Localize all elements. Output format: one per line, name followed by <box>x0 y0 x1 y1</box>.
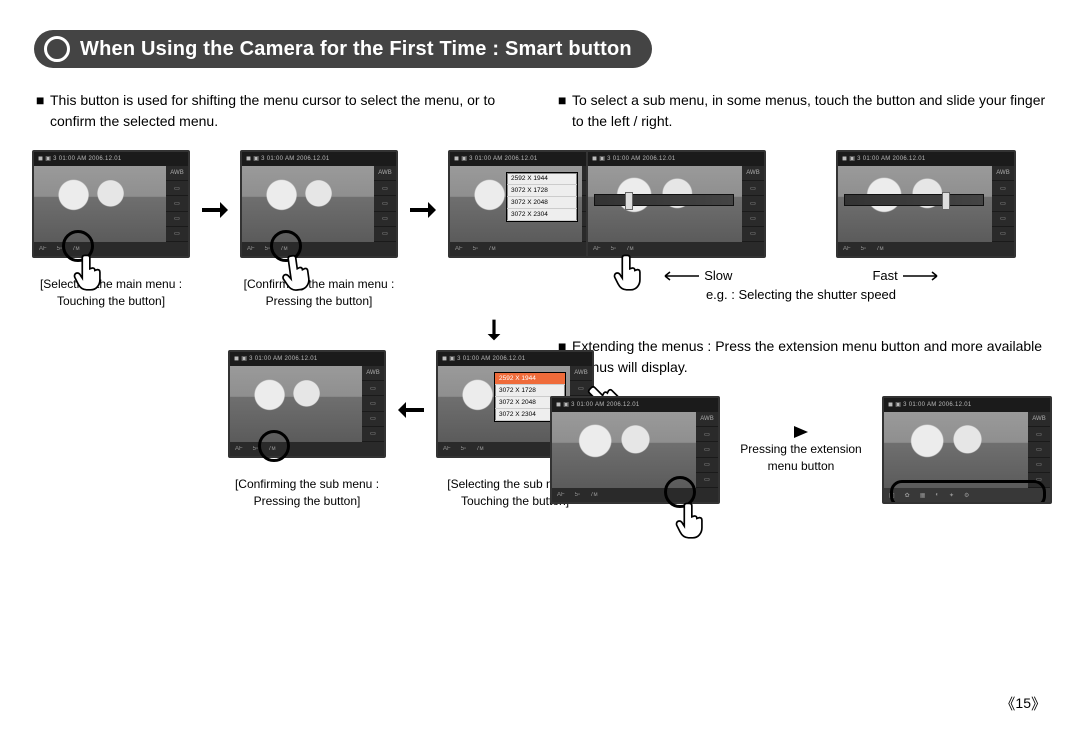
lcd-topbar: ◼ ▣ 3 01:00 AM 2006.12.01 <box>34 152 188 166</box>
lcd-right-strip: AWB ▭ ▭ ▭ ▭ <box>1028 412 1050 488</box>
lcd-photo <box>242 166 374 242</box>
pointing-hand-icon <box>674 500 708 542</box>
lcd-right-strip: AWB ▭ ▭ ▭ ▭ <box>362 366 384 442</box>
lcd-topbar: ◼ ▣ 3 01:00 AM 2006.12.01 <box>588 152 764 166</box>
slider-knob-icon <box>942 192 950 210</box>
arrow-down-icon <box>458 318 530 342</box>
left-intro-text: This button is used for shifting the men… <box>50 90 530 132</box>
lcd-topbar: ◼ ▣ 3 01:00 AM 2006.12.01 <box>552 398 718 412</box>
lcd-photo <box>884 412 1028 488</box>
left-column: ■ This button is used for shifting the m… <box>28 90 530 510</box>
camera-lcd: ◼ ▣ 3 01:00 AM 2006.12.01 AWB ▭ ▭ ▭ ▭ AF <box>240 150 398 258</box>
caption-select-main: [Selecting the main menu : Touching the … <box>32 276 190 310</box>
page-title: When Using the Camera for the First Time… <box>70 38 652 61</box>
eg-label: e.g. : Selecting the shutter speed <box>550 287 1052 302</box>
left-intro: ■ This button is used for shifting the m… <box>28 90 530 132</box>
lcd-topbar: ◼ ▣ 3 01:00 AM 2006.12.01 <box>438 352 592 366</box>
camera-lcd: ◼ ▣ 3 01:00 AM 2006.12.01 AWB ▭ ▭ ▭ ▭ AF <box>836 150 1016 258</box>
camera-lcd: ◼ ▣ 3 01:00 AM 2006.12.01 AWB ▭ ▭ ▭ ▭ AF <box>550 396 720 504</box>
arrow-left-long-icon <box>659 270 699 282</box>
caption-confirm-main: [Confirming the main menu : Pressing the… <box>240 276 398 310</box>
thumb-slider-slow: ◼ ▣ 3 01:00 AM 2006.12.01 AWB ▭ ▭ ▭ ▭ AF <box>586 150 766 258</box>
lcd-topbar: ◼ ▣ 3 01:00 AM 2006.12.01 <box>230 352 384 366</box>
camera-lcd: ◼ ▣ 3 01:00 AM 2006.12.01 AWB ▭ ▭ ▭ ▭ AF <box>32 150 190 258</box>
arrow-left-icon <box>396 398 426 422</box>
lcd-bottom-strip: AF 5▫ 7м <box>552 488 718 502</box>
shutter-slider <box>594 194 734 206</box>
right-column: ■ To select a sub menu, in some menus, t… <box>550 90 1052 510</box>
slow-fast-row: Slow Fast <box>550 268 1052 283</box>
lcd-right-strip: AWB ▭ ▭ ▭ ▭ <box>374 166 396 242</box>
bullet-icon: ■ <box>558 90 572 132</box>
right-intro-ext: ■ Extending the menus : Press the extens… <box>550 336 1052 378</box>
lcd-topbar: ◼ ▣ 3 01:00 AM 2006.12.01 <box>838 152 1014 166</box>
page-number: 《15》 <box>1000 693 1046 714</box>
lcd-bottom-strip: AF 5▫ 7м <box>588 242 764 256</box>
lcd-right-strip: AWB ▭ ▭ ▭ ▭ <box>166 166 188 242</box>
lcd-bottom-strip: AF 5▫ 7м <box>242 242 396 256</box>
right-intro-ext-text: Extending the menus : Press the extensio… <box>572 336 1052 378</box>
lcd-topbar: ◼ ▣ 3 01:00 AM 2006.12.01 <box>450 152 604 166</box>
thumb-select-main: ◼ ▣ 3 01:00 AM 2006.12.01 AWB ▭ ▭ ▭ ▭ AF <box>32 150 190 310</box>
right-intro-slide-text: To select a sub menu, in some menus, tou… <box>572 90 1052 132</box>
lcd-bottom-strip: AF 5▫ 7м <box>838 242 1014 256</box>
lcd-topbar: ◼ ▣ 3 01:00 AM 2006.12.01 <box>884 398 1050 412</box>
arrow-right-long-icon <box>903 270 943 282</box>
size-menu-popup: 2592 X 1944 3072 X 1728 3072 X 2048 3072… <box>506 172 578 222</box>
arrow-right-icon <box>200 198 230 222</box>
ext-mid-caption: Pressing the extension menu button <box>740 425 862 475</box>
thumb-before-extension: ◼ ▣ 3 01:00 AM 2006.12.01 AWB ▭ ▭ ▭ ▭ AF <box>550 396 720 504</box>
lcd-bottom-strip: AF 5▫ 7м <box>34 242 188 256</box>
arrow-right-solid-icon <box>793 425 809 439</box>
lcd-right-strip: AWB ▭ ▭ ▭ ▭ <box>742 166 764 242</box>
arrow-right-icon <box>408 198 438 222</box>
lcd-photo <box>552 412 696 488</box>
lcd-photo <box>230 366 362 442</box>
camera-lcd: ◼ ▣ 3 01:00 AM 2006.12.01 AWB ▭ ▭ ▭ ▭ ◧✿ <box>882 396 1052 504</box>
lcd-bottom-strip: AF 5▫ 7м <box>450 242 604 256</box>
title-circle-icon <box>44 36 70 62</box>
thumb-confirm-sub: ◼ ▣ 3 01:00 AM 2006.12.01 AWB ▭ ▭ ▭ ▭ AF <box>228 350 386 510</box>
ext-caption-text: Pressing the extension menu button <box>740 441 862 475</box>
right-intro-slide: ■ To select a sub menu, in some menus, t… <box>550 90 1052 132</box>
lcd-right-strip: AWB ▭ ▭ ▭ ▭ <box>696 412 718 488</box>
lcd-photo <box>34 166 166 242</box>
camera-lcd: ◼ ▣ 3 01:00 AM 2006.12.01 AWB ▭ ▭ ▭ ▭ AF <box>586 150 766 258</box>
lcd-bottom-strip: AF 5▫ 7м <box>230 442 384 456</box>
shutter-slider <box>844 194 984 206</box>
lcd-bottom-extended: ◧✿▦◐✦⚙ <box>884 488 1050 502</box>
thumb-after-extension: ◼ ▣ 3 01:00 AM 2006.12.01 AWB ▭ ▭ ▭ ▭ ◧✿ <box>882 396 1052 504</box>
thumb-confirm-main: ◼ ▣ 3 01:00 AM 2006.12.01 AWB ▭ ▭ ▭ ▭ AF <box>240 150 398 310</box>
label-slow: Slow <box>704 268 732 283</box>
label-fast: Fast <box>872 268 897 283</box>
lcd-topbar: ◼ ▣ 3 01:00 AM 2006.12.01 <box>242 152 396 166</box>
thumb-slider-fast: ◼ ▣ 3 01:00 AM 2006.12.01 AWB ▭ ▭ ▭ ▭ AF <box>836 150 1016 258</box>
camera-lcd: ◼ ▣ 3 01:00 AM 2006.12.01 AWB ▭ ▭ ▭ ▭ AF <box>448 150 606 258</box>
lcd-right-strip: AWB ▭ ▭ ▭ ▭ <box>992 166 1014 242</box>
caption-confirm-sub: [Confirming the sub menu : Pressing the … <box>228 476 386 510</box>
slider-knob-icon <box>625 192 633 210</box>
page-title-pill: When Using the Camera for the First Time… <box>34 30 652 68</box>
bullet-icon: ■ <box>36 90 50 132</box>
camera-lcd: ◼ ▣ 3 01:00 AM 2006.12.01 AWB ▭ ▭ ▭ ▭ AF <box>228 350 386 458</box>
